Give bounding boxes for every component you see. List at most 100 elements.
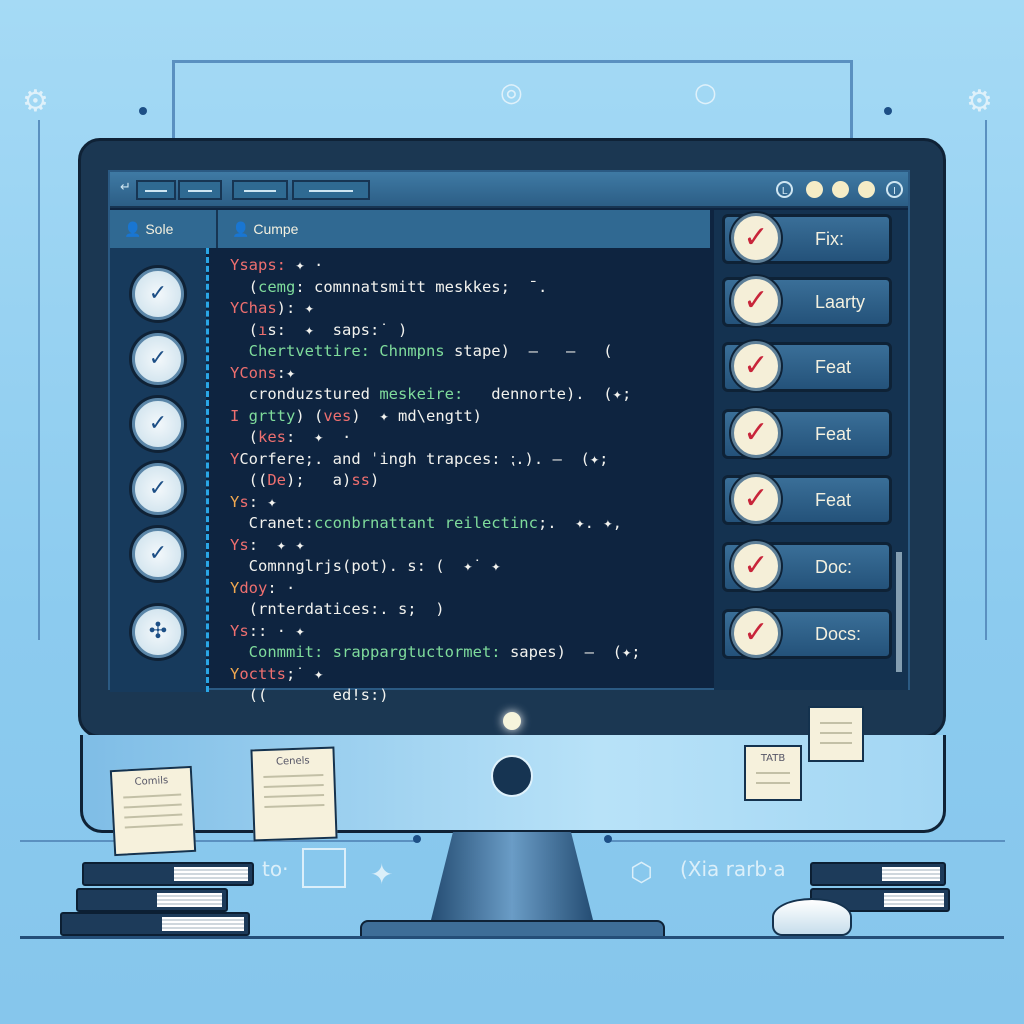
tab-cumpe[interactable]: 👤 Cumpe — [218, 210, 710, 248]
tab-sole[interactable]: 👤 Sole — [110, 210, 218, 248]
camera-icon — [491, 755, 533, 797]
status-sidebar: ✓ ✓ ✓ ✓ ✓ ✣ — [110, 248, 206, 692]
code-token: Comnnglrjs(pot). s: ( ✦˙ ✦ — [230, 557, 501, 575]
tangle-icon[interactable]: ✣ — [132, 606, 184, 658]
commit-type-label: Laarty — [815, 292, 866, 312]
lock-control[interactable]: L — [776, 181, 793, 198]
toolbar-button[interactable] — [136, 180, 176, 200]
window-dot-button[interactable] — [832, 181, 849, 198]
code-token: :✦ — [276, 363, 296, 382]
book — [60, 912, 250, 936]
code-token: ( — [230, 428, 258, 446]
code-token: Y — [230, 449, 240, 468]
gear-icon: ⚙ — [966, 84, 993, 119]
code-token: ( — [230, 320, 258, 339]
code-token: :: · ✦ — [248, 621, 305, 640]
code-line: ((De); a)ss) — [230, 471, 380, 492]
code-token: Chertvettire: Chnmpns — [230, 342, 454, 360]
title-bar: ↵ L I — [110, 172, 908, 208]
code-line: Chertvettire: Chnmpns stape) – – ( — [230, 342, 613, 363]
code-token: Y — [230, 256, 240, 274]
commit-type-button[interactable]: ✓ Feat — [722, 408, 892, 459]
mouse — [772, 898, 852, 936]
code-line: cronduzstured meskeire: dennorte). (✦; — [230, 385, 632, 406]
code-token: : comnnatsmitt meskkes; ¯. — [295, 277, 548, 296]
code-token: ) ( — [295, 406, 324, 425]
window-dot-button[interactable] — [806, 181, 823, 198]
code-token: grtty — [248, 406, 296, 425]
check-icon[interactable]: ✓ — [132, 528, 184, 580]
code-token: Y — [230, 363, 240, 382]
code-token: I — [230, 406, 249, 425]
commit-type-button[interactable]: ✓ Docs: — [722, 608, 892, 659]
circle-node-icon: ○ — [694, 78, 717, 108]
code-line: (kes: ✦ · — [230, 428, 352, 449]
sticky-note — [808, 706, 864, 762]
code-line: (rnterdatices:. s; ) — [230, 600, 445, 621]
commit-type-label: Doc: — [815, 557, 853, 577]
power-led — [503, 712, 521, 730]
code-token: (rnterdatices:. s; ) — [230, 600, 445, 618]
check-icon[interactable]: ✓ — [132, 268, 184, 320]
tab-label: Cumpe — [253, 221, 299, 237]
code-token: ); a) — [286, 471, 352, 489]
code-token: srappargtuctormet: — [332, 643, 501, 661]
toolbar-button[interactable] — [178, 180, 222, 200]
commit-type-button[interactable]: ✓ Fix: — [722, 213, 892, 264]
code-line: Comnnglrjs(pot). s: ( ✦˙ ✦ — [230, 557, 501, 578]
commit-type-label: Feat — [815, 424, 852, 444]
sticky-note: Cenels — [250, 746, 338, 842]
book — [810, 862, 946, 886]
toolbar-button[interactable] — [292, 180, 370, 200]
check-icon: ✓ — [731, 608, 781, 658]
back-arrow-icon[interactable]: ↵ — [120, 180, 131, 195]
commit-type-button[interactable]: ✓ Feat — [722, 474, 892, 525]
code-token: Cons — [239, 363, 277, 382]
check-icon[interactable]: ✓ — [132, 333, 184, 385]
code-token: Y — [230, 492, 240, 511]
window-dot-button[interactable] — [858, 181, 875, 198]
circuit-line — [985, 120, 987, 640]
circuit-line — [172, 60, 852, 63]
code-line: Conmmit: srappargtuctormet: sapes) – (✦; — [230, 643, 641, 664]
circuit-line — [172, 60, 175, 140]
code-line: YChas): ✦ — [230, 299, 314, 320]
code-line: (( ed!s:) — [230, 686, 389, 707]
commit-type-button[interactable]: ✓ Feat — [722, 341, 892, 392]
toolbar-button[interactable] — [232, 180, 288, 200]
gear-icon: ⚙ — [22, 84, 49, 119]
code-token: : ✦ ✦ — [248, 535, 305, 554]
code-token: sapes) – (✦; — [500, 643, 641, 661]
code-line: Ysaps: ✦ · — [230, 256, 323, 277]
code-line: I grtty) (ves) ✦ md\engtt) — [230, 407, 482, 428]
info-control[interactable]: I — [886, 181, 903, 198]
code-token: ı — [258, 320, 268, 339]
check-icon[interactable]: ✓ — [132, 463, 184, 515]
code-editor-window: ↵ L I 👤 Sole 👤 Cumpe ✓ ✓ ✓ ✓ ✓ ✣ Ysaps: ✦ · (… — [108, 170, 910, 704]
code-token: ;. ✦. ✦, — [537, 514, 622, 532]
code-line: Cranet:cconbrnattant reilectinc;. ✦. ✦, — [230, 514, 622, 535]
tab-label: Sole — [145, 221, 174, 237]
code-token: ) — [370, 471, 380, 489]
code-line: (ıs: ✦ saps:˙ ) — [230, 320, 408, 342]
code-token: Y — [230, 664, 240, 683]
code-token: cronduzstured — [230, 385, 380, 403]
commit-type-button[interactable]: ✓ Doc: — [722, 541, 892, 592]
check-icon: ✓ — [731, 408, 781, 458]
code-token: ✦ · — [295, 256, 324, 274]
commit-type-button[interactable]: ✓ Laarty — [722, 276, 892, 327]
check-icon[interactable]: ✓ — [132, 398, 184, 450]
check-icon: ✓ — [731, 474, 781, 524]
code-token: : · — [267, 578, 296, 597]
tab-bar: 👤 Sole 👤 Cumpe — [110, 210, 710, 248]
desk-label-right: (Xia rarb·a — [680, 857, 786, 881]
code-token: Y — [230, 535, 240, 554]
circuit-node — [139, 107, 147, 115]
desk-label-left: to· — [262, 857, 289, 881]
window-icon — [302, 848, 346, 888]
commit-type-label: Feat — [815, 490, 852, 510]
scrollbar[interactable] — [896, 552, 902, 672]
user-icon: 👤 — [232, 221, 250, 237]
code-token: stape) – – ( — [453, 342, 613, 360]
code-token: Conmmit: — [230, 643, 333, 661]
